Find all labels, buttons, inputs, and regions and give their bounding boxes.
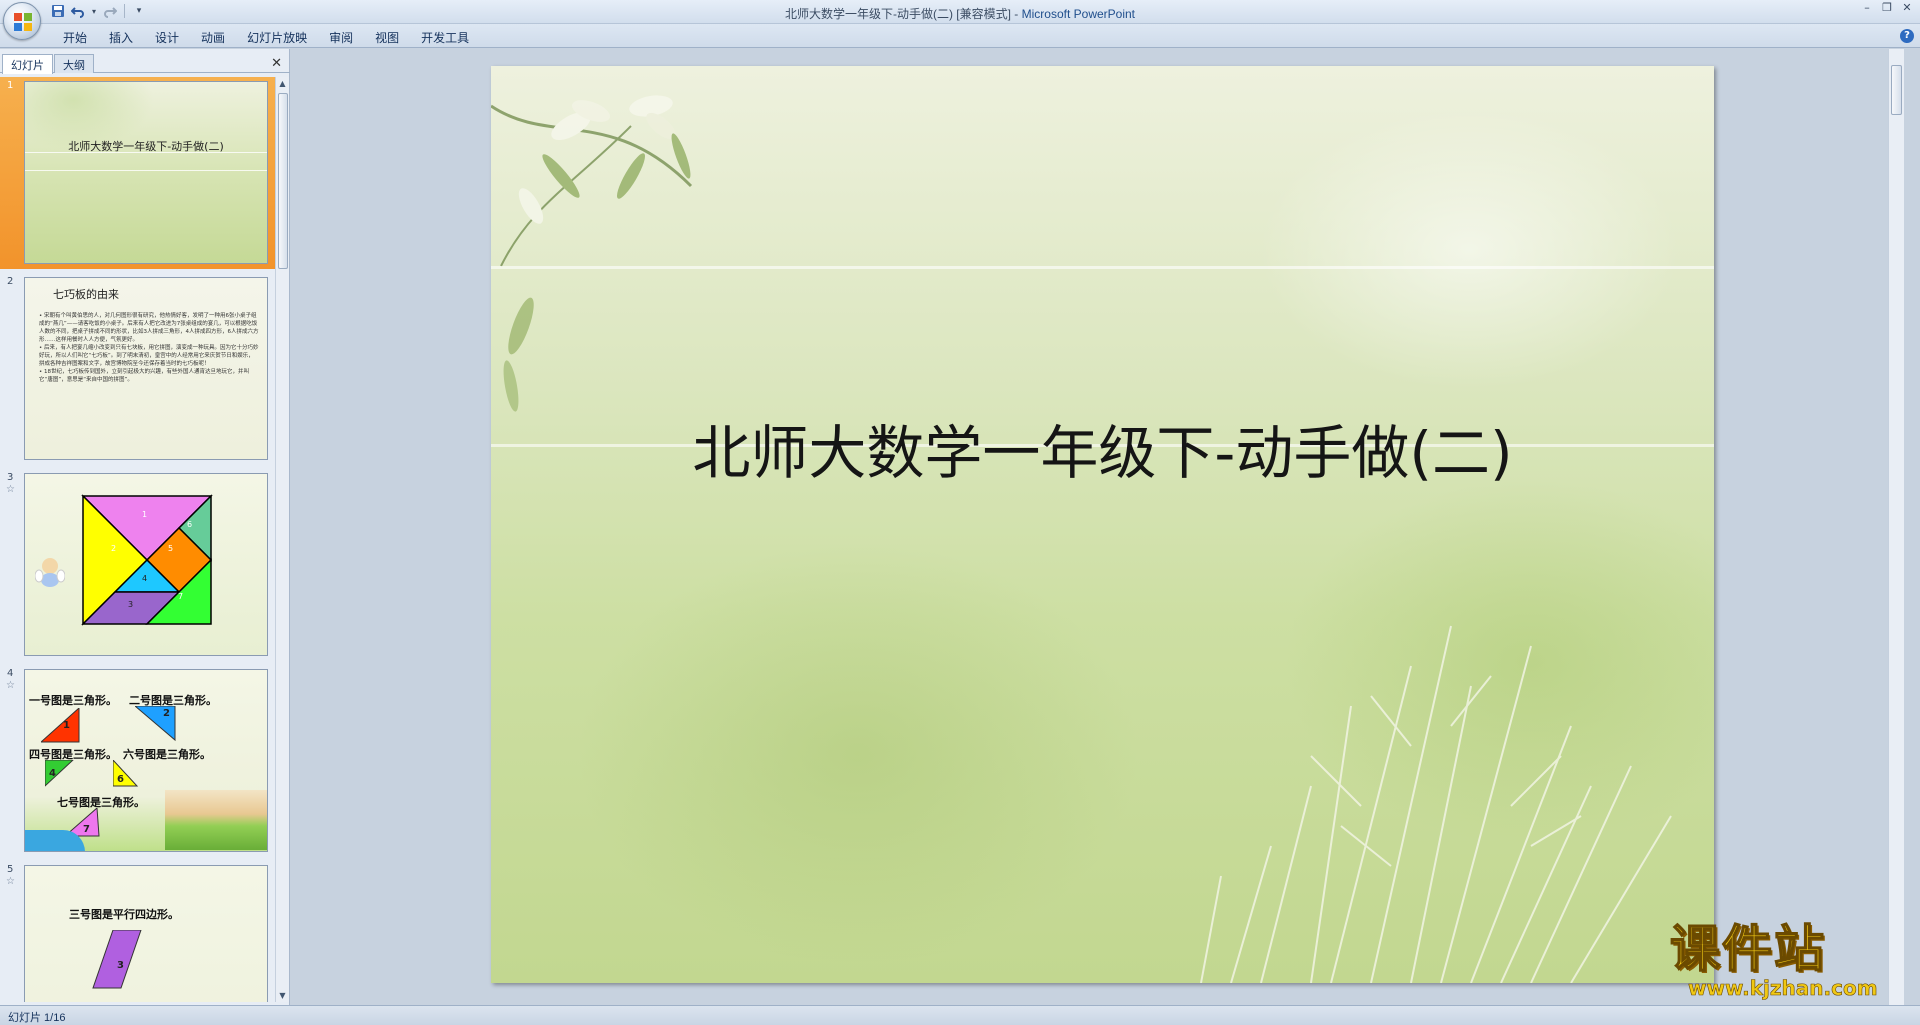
- office-logo-icon: [14, 13, 32, 31]
- animation-star-icon: ☆: [6, 484, 15, 495]
- editor-scrollbar[interactable]: [1888, 49, 1904, 1005]
- shape-label: 7: [83, 824, 90, 835]
- slide-title[interactable]: 北师大数学一年级下-动手做(二): [491, 406, 1714, 490]
- thumb-body: • 宋朝有个叫黄伯思的人，对几何图形很有研究，他热情好客，发明了一种用6张小桌子…: [39, 312, 259, 452]
- grass-decoration: [1200, 625, 1672, 983]
- help-icon[interactable]: ?: [1900, 29, 1914, 43]
- slide-band: [491, 266, 1714, 269]
- watermark-title: 课件站: [1669, 920, 1826, 978]
- thumbnails-scrollbar[interactable]: ▲ ▼: [275, 77, 289, 1002]
- tangram-label: 4: [142, 574, 148, 583]
- window-title: 北师大数学一年级下-动手做(二) [兼容模式] - Microsoft Powe…: [0, 5, 1920, 22]
- current-slide[interactable]: 北师大数学一年级下-动手做(二): [491, 66, 1714, 983]
- status-bar: 幻灯片 1/16: [0, 1005, 1920, 1025]
- office-button[interactable]: [3, 2, 41, 40]
- document-title: 北师大数学一年级下-动手做(二) [兼容模式] -: [784, 7, 1022, 21]
- thumb-title: 北师大数学一年级下-动手做(二): [68, 140, 224, 153]
- lily-decoration: [491, 95, 693, 412]
- shape-triangle-1: [41, 708, 80, 743]
- tangram-label: 3: [128, 600, 134, 609]
- slide-editor: 北师大数学一年级下-动手做(二): [291, 49, 1904, 1005]
- ribbon-tabs: 开始 插入 设计 动画 幻灯片放映 审阅 视图 开发工具: [52, 29, 480, 46]
- scroll-up-icon[interactable]: ▲: [276, 77, 289, 90]
- slide-thumb-row[interactable]: 3 ☆ 1 2 3 4 5 6 7: [0, 469, 276, 661]
- scroll-down-icon[interactable]: ▼: [276, 989, 289, 1002]
- tab-slide-show[interactable]: 幻灯片放映: [236, 29, 318, 46]
- tab-developer[interactable]: 开发工具: [410, 29, 480, 46]
- tab-animations[interactable]: 动画: [190, 29, 236, 46]
- tab-view[interactable]: 视图: [364, 29, 410, 46]
- watermark-logo: 课件站 www.kjzhan.com: [1669, 920, 1910, 1003]
- tangram-label: 7: [178, 592, 184, 601]
- slide-thumbnail[interactable]: 1 2 3 4 5 6 7: [24, 473, 268, 656]
- slide-thumb-row[interactable]: 2 七巧板的由来 • 宋朝有个叫黄伯思的人，对几何图形很有研究，他热情好客，发明…: [0, 273, 276, 465]
- minimize-icon[interactable]: –: [1858, 2, 1876, 16]
- shape-label: 1: [63, 720, 70, 731]
- shape-label: 6: [117, 774, 124, 785]
- thumb-paragraph: • 宋朝有个叫黄伯思的人，对几何图形很有研究，他热情好客，发明了一种用6张小桌子…: [39, 313, 259, 343]
- tangram-label: 6: [187, 520, 193, 529]
- thumb-line: 三号图是平行四边形。: [69, 908, 179, 921]
- tab-review[interactable]: 审阅: [318, 29, 364, 46]
- pane-tabs: 幻灯片 大纲 ✕: [0, 53, 290, 74]
- shape-triangle-2: [135, 706, 176, 742]
- app-name: Microsoft PowerPoint: [1021, 7, 1136, 21]
- slides-pane: 幻灯片 大纲 ✕ 1 北师大数学一年级下-动手做(二) 2 七巧板的由来 • 宋…: [0, 49, 290, 1005]
- tab-outline[interactable]: 大纲: [54, 54, 94, 73]
- slide-thumbnail[interactable]: 三号图是平行四边形。 3: [24, 865, 268, 1002]
- slide-thumbnail[interactable]: 一号图是三角形。 二号图是三角形。 四号图是三角形。 六号图是三角形。 七号图是…: [24, 669, 268, 852]
- close-pane-icon[interactable]: ✕: [271, 56, 282, 71]
- tab-design[interactable]: 设计: [144, 29, 190, 46]
- thumb-paragraph: • 后来，有人把宴几缩小改变到只有七块板，用它拼图，演变成一种玩具。因为它十分巧…: [39, 345, 259, 367]
- slide-thumbnail[interactable]: 北师大数学一年级下-动手做(二): [24, 81, 268, 264]
- restore-icon[interactable]: ❐: [1878, 2, 1896, 16]
- slide-number: 4: [7, 668, 14, 679]
- slide-number: 3: [7, 472, 14, 483]
- slide-number: 2: [7, 276, 14, 287]
- scrollbar-thumb[interactable]: [278, 93, 288, 269]
- watermark-url: www.kjzhan.com: [1688, 976, 1878, 1000]
- ribbon: 开始 插入 设计 动画 幻灯片放映 审阅 视图 开发工具 ?: [0, 24, 1920, 48]
- tangram-label: 1: [142, 510, 148, 519]
- shape-label: 2: [163, 708, 170, 719]
- window-controls: – ❐ ✕: [1858, 2, 1916, 16]
- animation-star-icon: ☆: [6, 876, 15, 887]
- close-icon[interactable]: ✕: [1898, 2, 1916, 16]
- thumb-line: 一号图是三角形。: [29, 694, 117, 707]
- slide-number: 5: [7, 864, 14, 875]
- pond: [25, 830, 85, 851]
- tab-insert[interactable]: 插入: [98, 29, 144, 46]
- shape-label: 4: [49, 768, 56, 779]
- tab-home[interactable]: 开始: [52, 29, 98, 46]
- thumb-title: 七巧板的由来: [53, 288, 119, 301]
- slide-thumb-row[interactable]: 5 ☆ 三号图是平行四边形。 3: [0, 861, 276, 1002]
- slide-indicator: 幻灯片 1/16: [8, 1012, 66, 1024]
- scrollbar-thumb[interactable]: [1891, 65, 1902, 115]
- slide-thumbnail[interactable]: 七巧板的由来 • 宋朝有个叫黄伯思的人，对几何图形很有研究，他热情好客，发明了一…: [24, 277, 268, 460]
- animation-star-icon: ☆: [6, 680, 15, 691]
- tab-slides[interactable]: 幻灯片: [2, 54, 53, 74]
- slide-number: 1: [7, 80, 14, 91]
- slide-thumb-row[interactable]: 4 ☆ 一号图是三角形。 二号图是三角形。 四号图是三角形。 六号图是三角形。 …: [0, 665, 276, 857]
- shape-label: 3: [117, 960, 124, 971]
- title-bar: ▾ ▾ 北师大数学一年级下-动手做(二) [兼容模式] - Microsoft …: [0, 0, 1920, 24]
- angel-icon: [34, 554, 66, 588]
- slide-thumbnails: 1 北师大数学一年级下-动手做(二) 2 七巧板的由来 • 宋朝有个叫黄伯思的人…: [0, 77, 276, 1002]
- village-scene: [165, 790, 267, 850]
- slide-thumb-row[interactable]: 1 北师大数学一年级下-动手做(二): [0, 77, 276, 269]
- thumb-band: [25, 170, 267, 171]
- tangram-label: 2: [111, 544, 117, 553]
- tangram-label: 5: [168, 544, 174, 553]
- thumb-paragraph: • 18世纪，七巧板传到国外，立刻引起极大的兴趣，有些外国人通宵达旦地玩它，并叫…: [39, 369, 249, 383]
